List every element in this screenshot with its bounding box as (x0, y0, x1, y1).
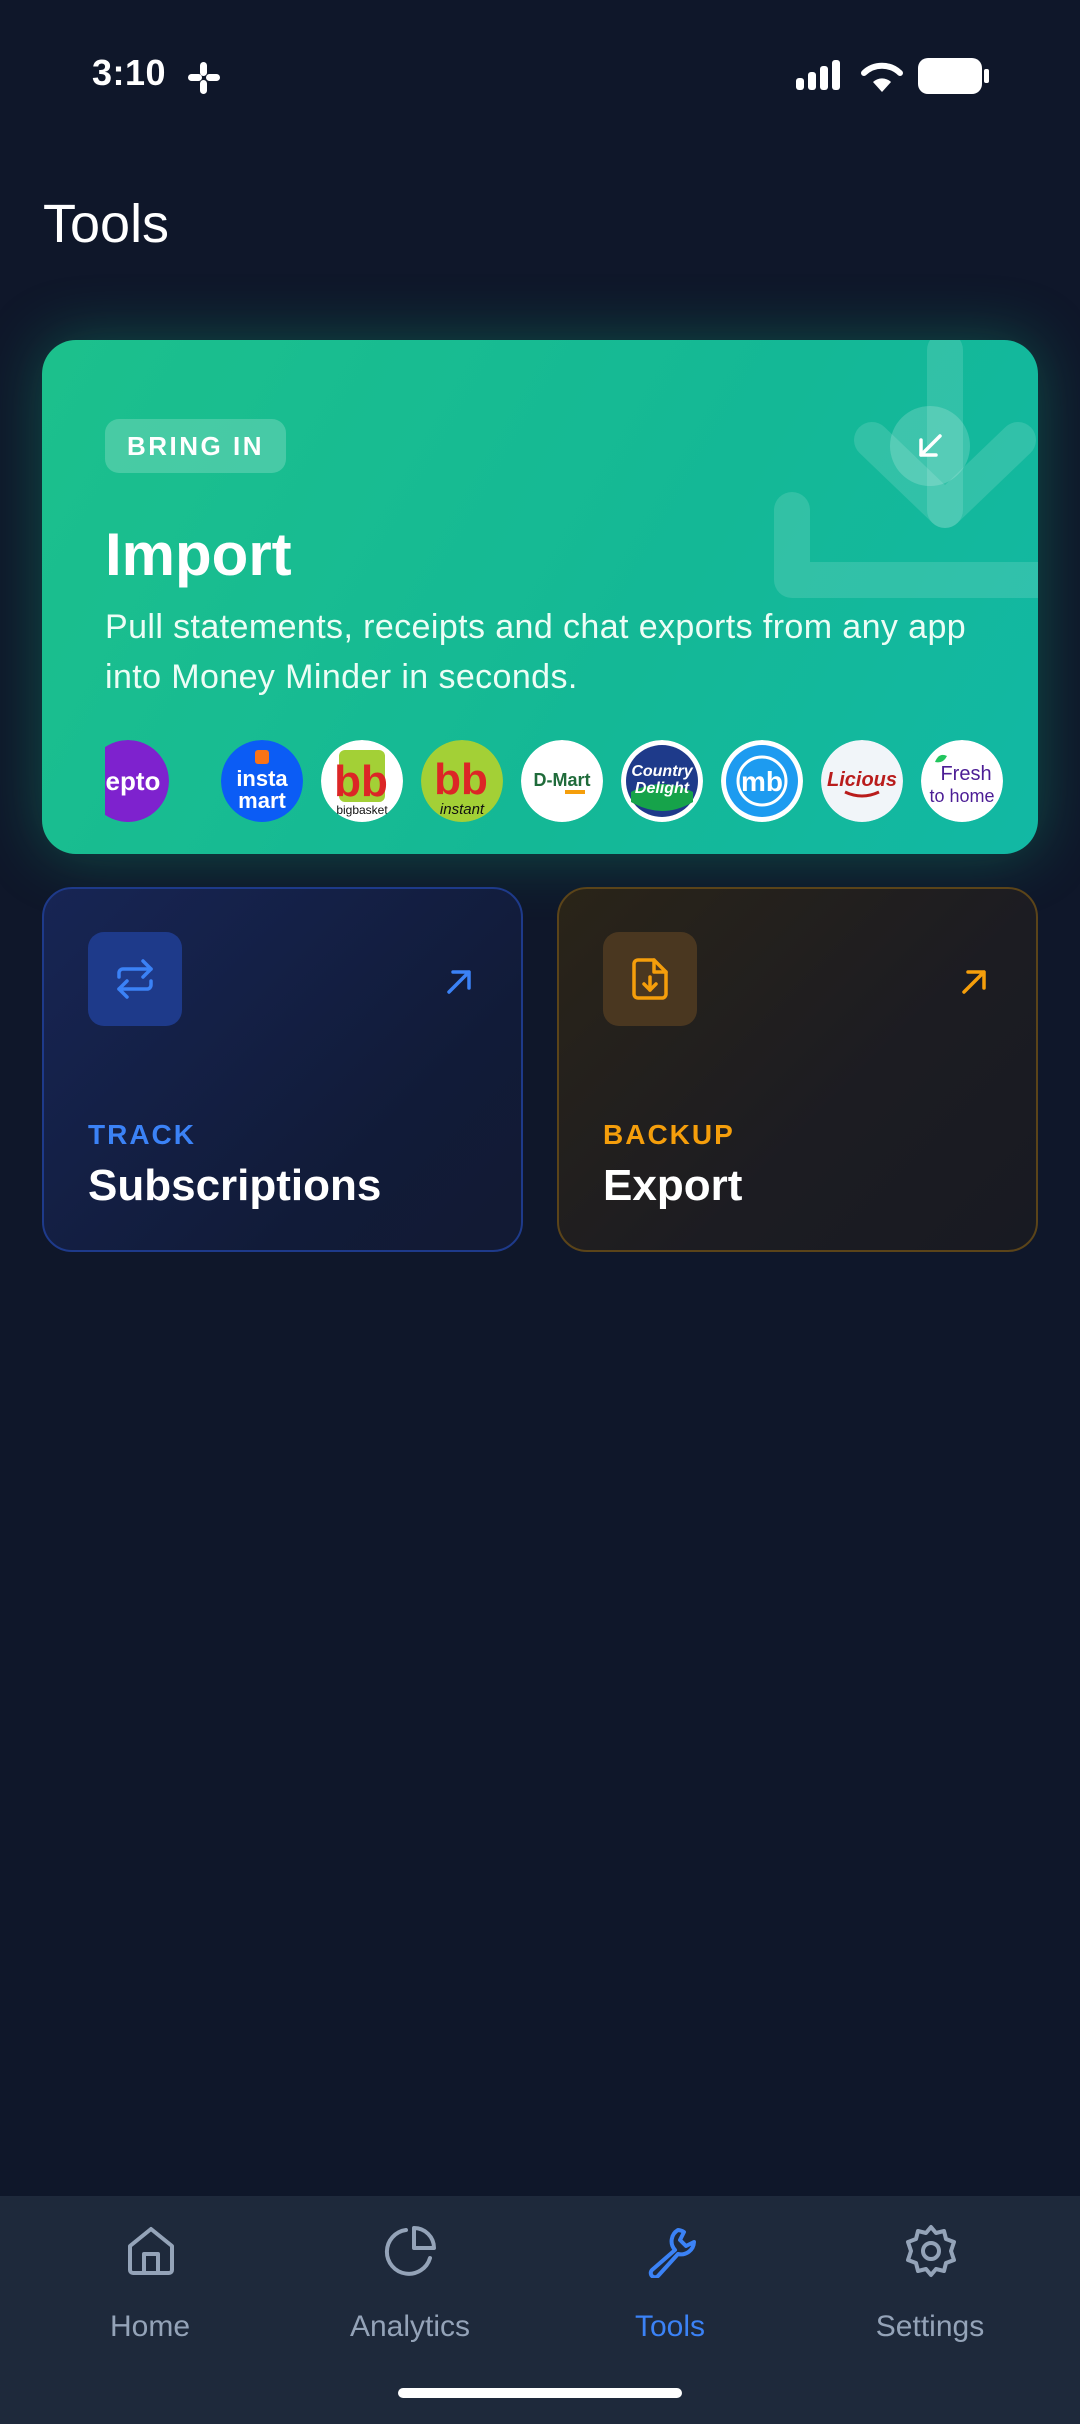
export-card[interactable]: BACKUP Export (557, 887, 1038, 1252)
milkbasket-logo: mb (721, 740, 803, 822)
status-bar: 3:10 (0, 0, 1080, 150)
import-description: Pull statements, receipts and chat expor… (105, 608, 967, 696)
status-time: 3:10 (92, 52, 167, 93)
country-delight-logo-text-1: Country (631, 763, 693, 780)
subscriptions-tag: TRACK (88, 1119, 196, 1150)
bigbasket-logo: bb bigbasket (321, 740, 403, 822)
import-card[interactable]: BRING IN Import Pull statements, receipt… (42, 340, 1038, 854)
partner-logo-strip: epto insta mart bb bigbasket bb instant … (105, 740, 1005, 828)
zepto-logo: epto (105, 740, 169, 822)
import-title: Import (105, 521, 292, 588)
milkbasket-logo-text: mb (741, 766, 783, 797)
bigbasket-logo-text: bigbasket (336, 803, 388, 817)
instamart-logo-text-2: mart (238, 788, 286, 813)
pie-chart-icon (384, 2226, 436, 2276)
export-icon-box (603, 932, 697, 1026)
file-download-icon (632, 958, 668, 1000)
licious-logo-text: Licious (827, 769, 897, 791)
svg-text:bb: bb (334, 757, 388, 806)
nav-label-analytics: Analytics (349, 2310, 471, 2343)
fresh-to-home-logo: Fresh to home (921, 740, 1003, 822)
bb-instant-logo-text: instant (440, 801, 485, 818)
instamart-logo: insta mart (221, 740, 303, 822)
battery-icon (918, 58, 989, 94)
nav-item-settings[interactable]: Settings (800, 2196, 1060, 2396)
subscriptions-card[interactable]: TRACK Subscriptions (42, 887, 523, 1252)
dmart-logo-text: D-Mart (534, 770, 591, 790)
zepto-logo-text: epto (106, 766, 161, 796)
fresh-to-home-logo-text-1: Fresh (940, 763, 991, 785)
signal-icon (796, 60, 840, 90)
svg-text:bb: bb (434, 755, 488, 804)
fresh-to-home-logo-text-2: to home (929, 786, 994, 806)
repeat-icon (117, 959, 153, 999)
import-open-button[interactable] (890, 406, 970, 486)
country-delight-logo-text-2: Delight (635, 780, 690, 797)
page-title: Tools (43, 194, 170, 254)
nav-item-analytics[interactable]: Analytics (280, 2196, 540, 2396)
nav-label-settings: Settings (875, 2310, 985, 2343)
home-icon (128, 2227, 174, 2275)
home-indicator (398, 2388, 682, 2398)
dmart-logo: D-Mart (521, 740, 603, 822)
gear-icon (906, 2225, 956, 2277)
nav-label-tools: Tools (634, 2310, 706, 2343)
wifi-icon (861, 62, 903, 92)
country-delight-logo: Country Delight (621, 740, 703, 822)
arrow-up-right-icon (962, 970, 986, 994)
import-watermark-icon (774, 340, 1038, 598)
arrow-down-left-icon (919, 434, 942, 457)
nav-label-home: Home (109, 2310, 191, 2343)
subscriptions-title: Subscriptions (88, 1161, 382, 1210)
slack-icon (188, 62, 220, 94)
export-tag: BACKUP (603, 1119, 735, 1150)
subscriptions-icon-box (88, 932, 182, 1026)
bb-instant-logo: bb instant (421, 740, 503, 822)
arrow-up-right-icon (447, 970, 471, 994)
licious-logo: Licious (821, 740, 903, 822)
export-title: Export (603, 1161, 743, 1210)
nav-item-home[interactable]: Home (20, 2196, 280, 2396)
nav-item-tools[interactable]: Tools (540, 2196, 800, 2396)
import-tag: BRING IN (105, 419, 286, 473)
wrench-icon (648, 2228, 696, 2278)
